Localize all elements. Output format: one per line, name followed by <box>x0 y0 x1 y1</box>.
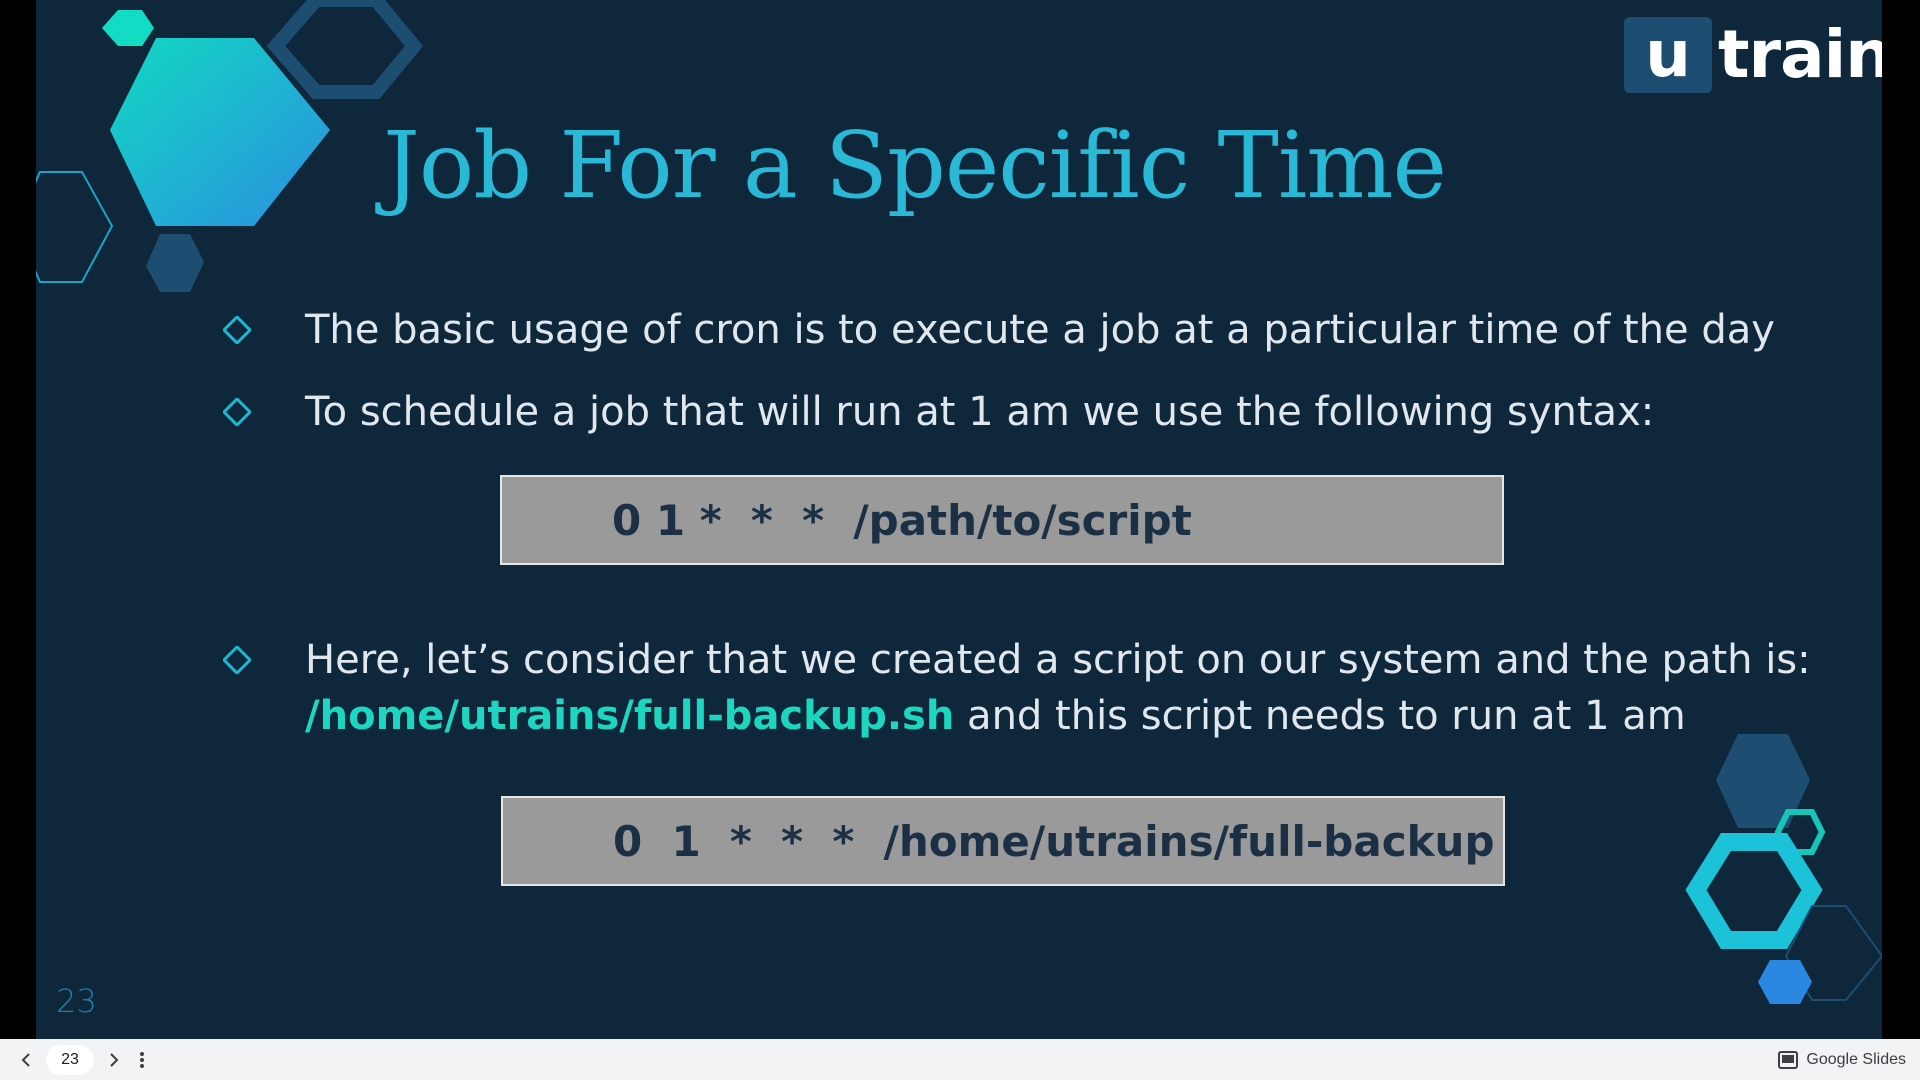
prev-slide-button[interactable] <box>12 1046 40 1074</box>
google-slides-link[interactable]: Google Slides <box>1778 1039 1906 1080</box>
logo-letter-box: u <box>1624 17 1712 93</box>
bullet-text: To schedule a job that will run at 1 am … <box>305 389 1655 435</box>
code-block-1: 0 1 * * * /path/to/script <box>500 475 1504 565</box>
slides-icon <box>1778 1050 1799 1069</box>
script-path: /home/utrains/full-backup.sh <box>305 693 955 739</box>
bullet-text: Here, let’s consider that we created a s… <box>305 632 1811 744</box>
page-number-input[interactable]: 23 <box>46 1044 94 1075</box>
code-text: 0 1 * * * /path/to/script <box>612 495 1192 545</box>
code-block-2: 0 1 * * * /home/utrains/full-backup <box>501 796 1505 886</box>
slide-number: 23 <box>56 982 97 1020</box>
bullet-3: Here, let’s consider that we created a s… <box>223 632 1811 744</box>
next-slide-button[interactable] <box>100 1046 128 1074</box>
chevron-right-icon <box>110 1052 119 1067</box>
diamond-bullet-icon <box>223 646 251 674</box>
bullet-text: The basic usage of cron is to execute a … <box>305 307 1775 353</box>
code-text: 0 1 * * * /home/utrains/full-backup <box>613 816 1495 866</box>
bullet-3-line-1: Here, let’s consider that we created a s… <box>305 637 1811 683</box>
logo-word: train <box>1718 16 1882 93</box>
bullet-3-line-2: /home/utrains/full-backup.sh and this sc… <box>305 688 1811 744</box>
more-options-button[interactable] <box>128 1046 156 1074</box>
viewer-toolbar: 23 Google Slides <box>0 1039 1920 1080</box>
more-vert-icon <box>140 1051 144 1068</box>
bullet-3-rest: and this script needs to run at 1 am <box>954 693 1686 739</box>
brand-label: Google Slides <box>1806 1050 1906 1068</box>
chevron-left-icon <box>21 1052 30 1067</box>
diamond-bullet-icon <box>223 398 251 426</box>
slides-viewer: u train Job For a Specific Time The basi… <box>0 0 1920 1080</box>
slide-title: Job For a Specific Time <box>383 112 1447 219</box>
diamond-bullet-icon <box>223 316 251 344</box>
utrain-logo: u train <box>1624 16 1882 94</box>
bullet-2: To schedule a job that will run at 1 am … <box>223 384 1654 440</box>
bullet-1: The basic usage of cron is to execute a … <box>223 302 1775 358</box>
slide: u train Job For a Specific Time The basi… <box>36 0 1882 1039</box>
